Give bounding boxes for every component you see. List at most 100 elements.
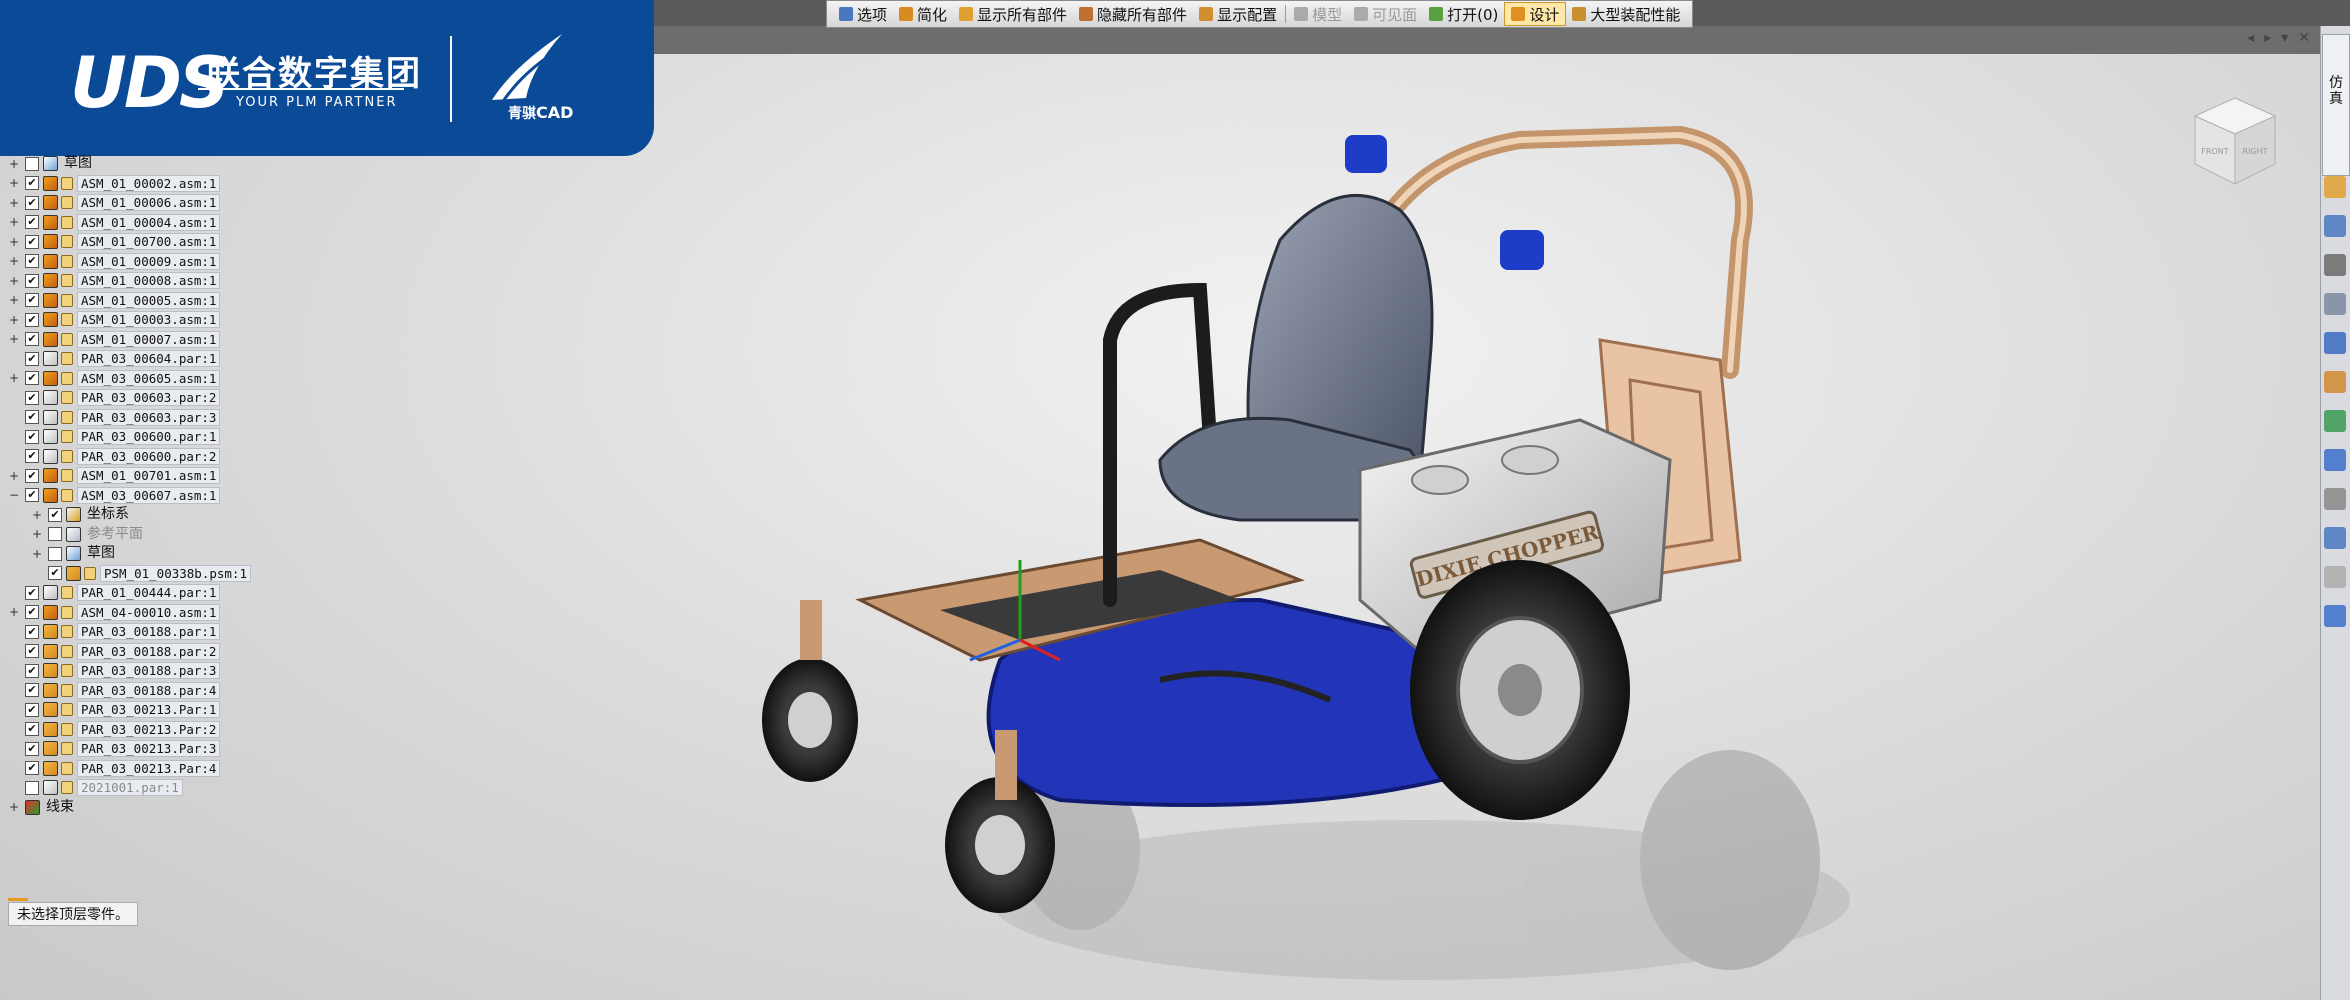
expand-toggle-icon[interactable]: + xyxy=(8,606,20,618)
visibility-checkbox[interactable]: ✔ xyxy=(25,273,39,288)
visibility-checkbox[interactable]: ✔ xyxy=(25,332,39,347)
visibility-checkbox[interactable] xyxy=(25,156,39,171)
expand-toggle-icon[interactable]: − xyxy=(8,489,20,501)
tree-node[interactable]: + ✔ ASM_01_00002.asm:1 xyxy=(8,174,251,194)
expand-toggle-icon[interactable]: + xyxy=(8,216,20,228)
grid-icon[interactable] xyxy=(2324,488,2346,510)
tree-node[interactable]: + ✔ ASM_04-00010.asm:1 xyxy=(8,603,251,623)
visibility-checkbox[interactable]: ✔ xyxy=(25,761,39,776)
toolbar-button-7[interactable]: 打开(0) xyxy=(1423,3,1504,25)
toolbar-button-3[interactable]: 隐藏所有部件 xyxy=(1073,3,1193,25)
tree-node[interactable]: 2021001.par:1 xyxy=(8,778,251,798)
visibility-checkbox[interactable]: ✔ xyxy=(25,390,39,405)
expand-toggle-icon[interactable]: + xyxy=(31,548,43,560)
visibility-checkbox[interactable]: ✔ xyxy=(25,293,39,308)
visibility-checkbox[interactable]: ✔ xyxy=(25,254,39,269)
expand-toggle-icon[interactable]: + xyxy=(8,255,20,267)
visibility-checkbox[interactable] xyxy=(48,546,62,561)
tree-node[interactable]: ✔ PAR_03_00213.Par:4 xyxy=(8,759,251,779)
tree-node[interactable]: ✔ PAR_03_00188.par:1 xyxy=(8,622,251,642)
visibility-checkbox[interactable] xyxy=(25,780,39,795)
tree-node[interactable]: + ✔ ASM_01_00008.asm:1 xyxy=(8,271,251,291)
wrench-icon[interactable] xyxy=(2324,293,2346,315)
visibility-checkbox[interactable]: ✔ xyxy=(25,624,39,639)
tree-node[interactable]: + 参考平面 xyxy=(8,525,251,545)
expand-toggle-icon[interactable]: + xyxy=(31,528,43,540)
visibility-checkbox[interactable]: ✔ xyxy=(25,683,39,698)
expand-toggle-icon[interactable]: + xyxy=(8,333,20,345)
3d-viewport[interactable]: DIXIE CHOPPER xyxy=(640,40,2320,1000)
toolbar-button-0[interactable]: 选项 xyxy=(833,3,893,25)
tree-node[interactable]: + ✔ ASM_01_00004.asm:1 xyxy=(8,213,251,233)
visibility-checkbox[interactable]: ✔ xyxy=(25,429,39,444)
tree-node[interactable]: ✔ PAR_03_00213.Par:3 xyxy=(8,739,251,759)
visibility-checkbox[interactable]: ✔ xyxy=(48,566,62,581)
tree-node[interactable]: + ✔ ASM_01_00003.asm:1 xyxy=(8,310,251,330)
tree-node[interactable]: ✔ PAR_03_00188.par:3 xyxy=(8,661,251,681)
expand-toggle-icon[interactable]: + xyxy=(8,275,20,287)
tree-node[interactable]: − ✔ ASM_03_00607.asm:1 xyxy=(8,486,251,506)
toolbar-button-4[interactable]: 显示配置 xyxy=(1193,3,1283,25)
tree-node[interactable]: + ✔ 坐标系 xyxy=(8,505,251,525)
expand-toggle-icon[interactable]: + xyxy=(8,177,20,189)
visibility-checkbox[interactable]: ✔ xyxy=(25,312,39,327)
expand-toggle-icon[interactable]: + xyxy=(31,509,43,521)
expand-toggle-icon[interactable]: + xyxy=(8,372,20,384)
visibility-checkbox[interactable]: ✔ xyxy=(25,234,39,249)
toolbar-button-9[interactable]: 大型装配性能 xyxy=(1566,3,1686,25)
tree-node[interactable]: ✔ PAR_03_00188.par:2 xyxy=(8,642,251,662)
tree-node[interactable]: + ✔ ASM_01_00009.asm:1 xyxy=(8,252,251,272)
visibility-checkbox[interactable]: ✔ xyxy=(25,722,39,737)
tree-node[interactable]: + 草图 xyxy=(8,154,251,174)
tree-node[interactable]: ✔ PSM_01_00338b.psm:1 xyxy=(8,564,251,584)
expand-toggle-icon[interactable]: + xyxy=(8,470,20,482)
visibility-checkbox[interactable]: ✔ xyxy=(25,488,39,503)
visibility-checkbox[interactable]: ✔ xyxy=(25,195,39,210)
tree-node[interactable]: + ✔ ASM_01_00700.asm:1 xyxy=(8,232,251,252)
expand-toggle-icon[interactable]: + xyxy=(8,236,20,248)
settings-icon[interactable] xyxy=(2324,605,2346,627)
tree-node[interactable]: ✔ PAR_03_00603.par:3 xyxy=(8,408,251,428)
visibility-checkbox[interactable]: ✔ xyxy=(25,585,39,600)
toolbar-button-2[interactable]: 显示所有部件 xyxy=(953,3,1073,25)
visibility-checkbox[interactable]: ✔ xyxy=(48,507,62,522)
color-palette-icon[interactable] xyxy=(2324,176,2346,198)
toolbar-button-1[interactable]: 简化 xyxy=(893,3,953,25)
tree-node[interactable]: + ✔ ASM_01_00006.asm:1 xyxy=(8,193,251,213)
visibility-checkbox[interactable]: ✔ xyxy=(25,176,39,191)
toolbar-button-8[interactable]: 设计 xyxy=(1504,2,1567,26)
tree-node[interactable]: + 线束 xyxy=(8,798,251,818)
expand-toggle-icon[interactable]: + xyxy=(8,294,20,306)
visibility-checkbox[interactable]: ✔ xyxy=(25,644,39,659)
tree-node[interactable]: ✔ PAR_03_00213.Par:1 xyxy=(8,700,251,720)
tree-node[interactable]: ✔ PAR_03_00188.par:4 xyxy=(8,681,251,701)
tree-node[interactable]: ✔ PAR_03_00600.par:1 xyxy=(8,427,251,447)
assembly-icon[interactable] xyxy=(2324,371,2346,393)
view-navigation-cube[interactable]: FRONT RIGHT xyxy=(2185,92,2285,192)
tree-node[interactable]: + 草图 xyxy=(8,544,251,564)
visibility-checkbox[interactable]: ✔ xyxy=(25,351,39,366)
visibility-checkbox[interactable]: ✔ xyxy=(25,371,39,386)
tree-node[interactable]: + ✔ ASM_01_00005.asm:1 xyxy=(8,291,251,311)
materials-icon[interactable] xyxy=(2324,410,2346,432)
parts-library-icon[interactable] xyxy=(2324,332,2346,354)
visibility-checkbox[interactable]: ✔ xyxy=(25,468,39,483)
tree-node[interactable]: + ✔ ASM_01_00007.asm:1 xyxy=(8,330,251,350)
view-icon[interactable] xyxy=(2324,215,2346,237)
tab-simulation[interactable]: 仿真 xyxy=(2322,34,2350,176)
tree-node[interactable]: ✔ PAR_01_00444.par:1 xyxy=(8,583,251,603)
tree-node[interactable]: ✔ PAR_03_00600.par:2 xyxy=(8,447,251,467)
expand-toggle-icon[interactable]: + xyxy=(8,197,20,209)
visibility-checkbox[interactable]: ✔ xyxy=(25,741,39,756)
layers-icon[interactable] xyxy=(2324,527,2346,549)
tree-node[interactable]: + ✔ ASM_01_00701.asm:1 xyxy=(8,466,251,486)
visibility-checkbox[interactable]: ✔ xyxy=(25,663,39,678)
visibility-checkbox[interactable]: ✔ xyxy=(25,215,39,230)
visibility-checkbox[interactable]: ✔ xyxy=(25,449,39,464)
screen-capture-icon[interactable] xyxy=(2324,254,2346,276)
help-icon[interactable] xyxy=(2324,449,2346,471)
tree-node[interactable]: ✔ PAR_03_00213.Par:2 xyxy=(8,720,251,740)
tree-node[interactable]: ✔ PAR_03_00603.par:2 xyxy=(8,388,251,408)
expand-toggle-icon[interactable]: + xyxy=(8,158,20,170)
expand-toggle-icon[interactable]: + xyxy=(8,314,20,326)
